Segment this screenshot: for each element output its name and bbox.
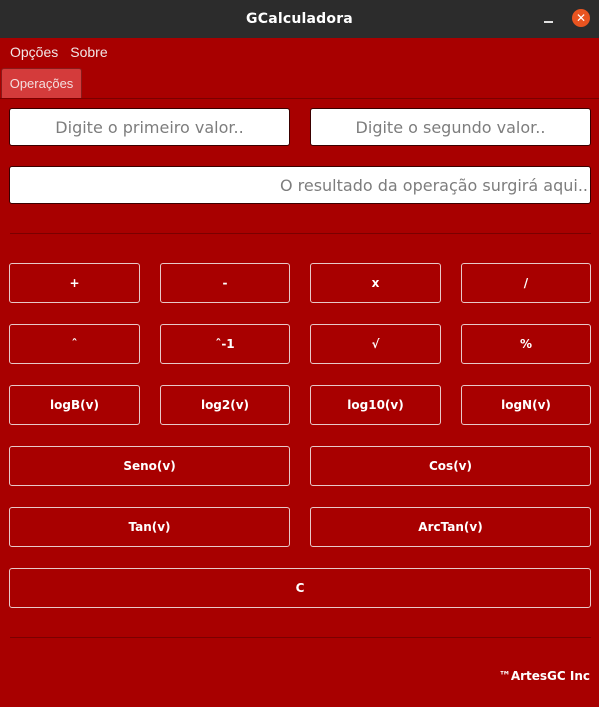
multiply-button[interactable]: x — [310, 263, 441, 303]
menu-opcoes[interactable]: Opções — [0, 44, 65, 60]
logb-button[interactable]: logB(v) — [9, 385, 140, 425]
clear-button[interactable]: C — [9, 568, 591, 608]
window-titlebar: GCalculadora ✕ — [0, 0, 599, 38]
result-field[interactable]: O resultado da operação surgirá aqui.. — [9, 166, 591, 204]
tangent-button[interactable]: Tan(v) — [9, 507, 290, 547]
tab-operacoes[interactable]: Operações — [1, 68, 82, 98]
arctangent-button[interactable]: ArcTan(v) — [310, 507, 591, 547]
add-button[interactable]: + — [9, 263, 140, 303]
percent-button[interactable]: % — [461, 324, 591, 364]
separator-top — [10, 233, 591, 234]
minimize-icon[interactable] — [540, 9, 558, 27]
sqrt-button[interactable]: √ — [310, 324, 441, 364]
subtract-button[interactable]: - — [160, 263, 290, 303]
logn-button[interactable]: logN(v) — [461, 385, 591, 425]
cosine-button[interactable]: Cos(v) — [310, 446, 591, 486]
first-value-placeholder: Digite o primeiro valor.. — [55, 117, 244, 137]
footer-copyright: ™ArtesGC Inc — [498, 669, 590, 683]
power-button[interactable]: ˆ — [9, 324, 140, 364]
first-value-input[interactable]: Digite o primeiro valor.. — [9, 108, 290, 146]
menu-bar: Opções Sobre — [0, 38, 599, 66]
second-value-input[interactable]: Digite o segundo valor.. — [310, 108, 591, 146]
tab-bar: Operações — [0, 68, 599, 99]
log10-button[interactable]: log10(v) — [310, 385, 441, 425]
window-title: GCalculadora — [246, 11, 353, 27]
result-placeholder: O resultado da operação surgirá aqui.. — [279, 175, 588, 195]
divide-button[interactable]: / — [461, 263, 591, 303]
inverse-power-button[interactable]: ˆ-1 — [160, 324, 290, 364]
log2-button[interactable]: log2(v) — [160, 385, 290, 425]
menu-sobre[interactable]: Sobre — [65, 44, 114, 60]
sine-button[interactable]: Seno(v) — [9, 446, 290, 486]
separator-bottom — [10, 637, 591, 638]
second-value-placeholder: Digite o segundo valor.. — [355, 117, 546, 137]
close-icon[interactable]: ✕ — [572, 9, 590, 27]
